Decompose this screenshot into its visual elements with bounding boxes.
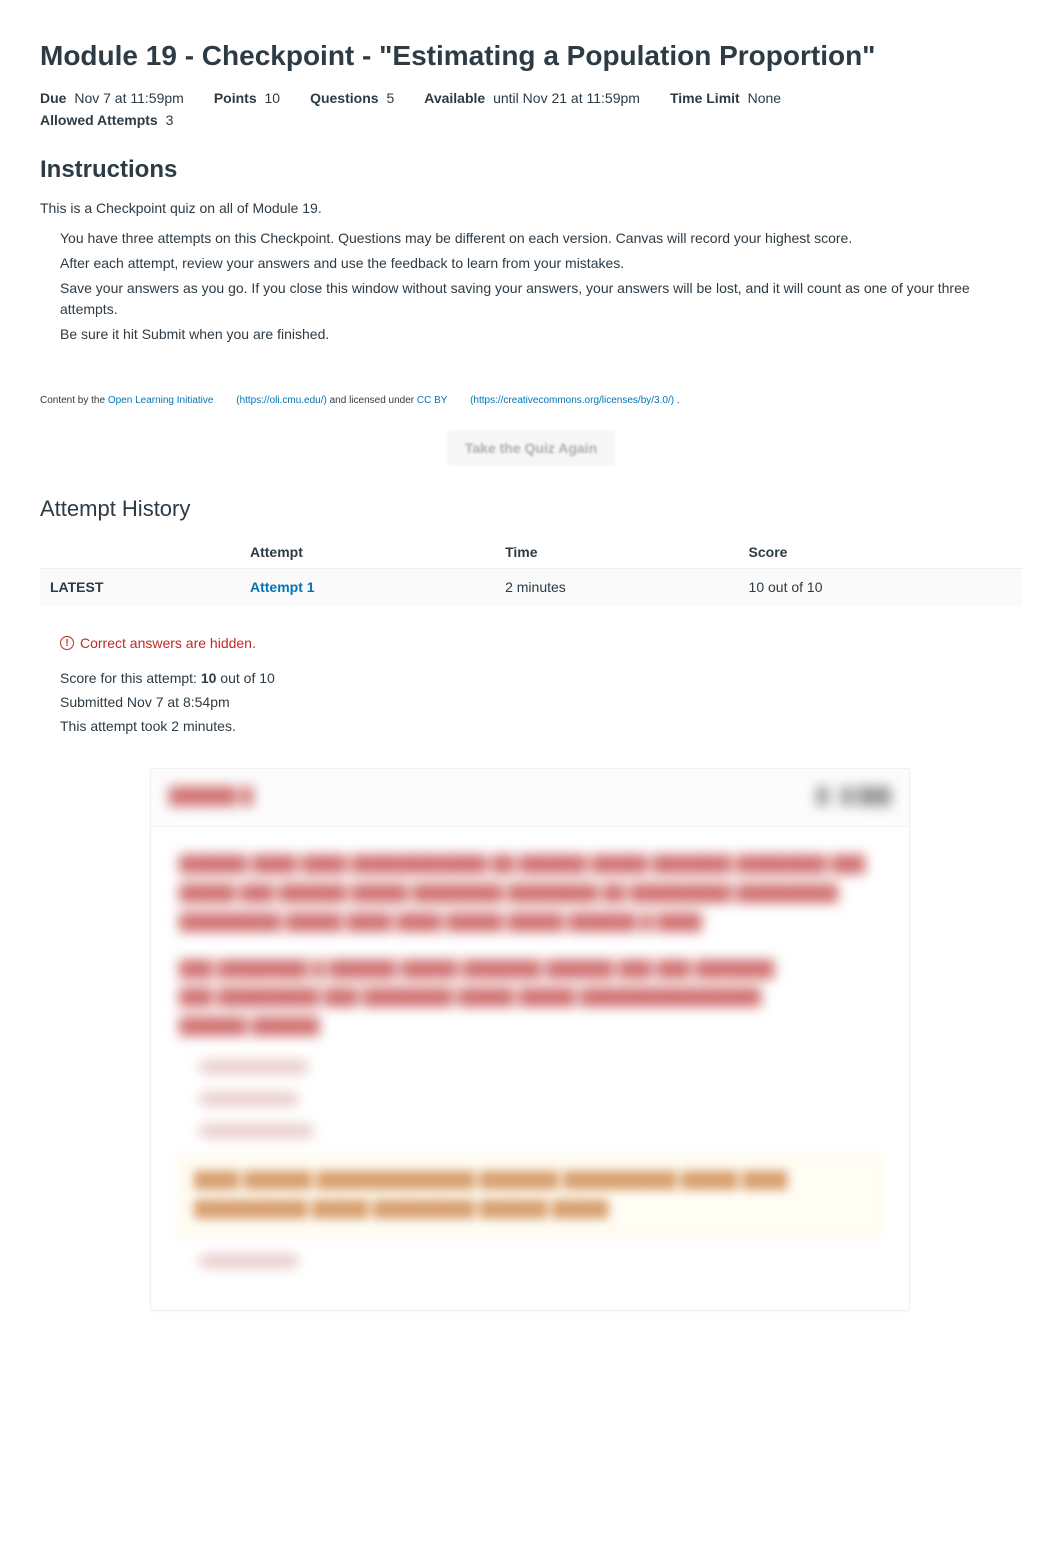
questions-meta: Questions 5 <box>310 90 394 106</box>
oli-link[interactable]: Open Learning Initiative <box>108 395 214 406</box>
score-cell: 10 out of 10 <box>739 569 1022 606</box>
instructions-intro: This is a Checkpoint quiz on all of Modu… <box>40 200 1022 216</box>
questions-value: 5 <box>386 90 394 106</box>
submitted-line: Submitted Nov 7 at 8:54pm <box>60 691 1022 715</box>
available-value: until Nov 21 at 11:59pm <box>493 90 640 106</box>
instructions-item: Save your answers as you go. If you clos… <box>60 278 1022 320</box>
allowed-attempts-value: 3 <box>166 112 174 128</box>
time-limit-value: None <box>748 90 781 106</box>
instructions-list: You have three attempts on this Checkpoi… <box>40 228 1022 345</box>
feedback-block-blurred: ████ ██████ ██████████████ ███████ █████… <box>179 1156 881 1236</box>
table-row: LATEST Attempt 1 2 minutes 10 out of 10 <box>40 569 1022 606</box>
quiz-meta-row-2: Allowed Attempts 3 <box>40 112 1022 128</box>
question-label-blurred: ██████ █ <box>169 783 253 812</box>
questions-label: Questions <box>310 90 378 106</box>
instructions-body: This is a Checkpoint quiz on all of Modu… <box>40 200 1022 345</box>
attribution: Content by the Open Learning Initiative … <box>40 395 1022 406</box>
answer-option-blurred <box>199 1124 314 1138</box>
attribution-prefix: Content by the <box>40 395 108 406</box>
question-points-blurred: █ / █ ███ <box>817 783 891 812</box>
attempt-history-header: Attempt History <box>40 496 1022 522</box>
attempt-cell: Attempt 1 <box>240 569 495 606</box>
question-card: ██████ █ █ / █ ███ ██████ ████ ████ ████… <box>150 768 910 1310</box>
col-time: Time <box>495 536 738 569</box>
cc-by-link[interactable]: CC BY <box>417 395 447 406</box>
attempt-link[interactable]: Attempt 1 <box>250 579 315 595</box>
points-meta: Points 10 <box>214 90 280 106</box>
table-header-row: Attempt Time Score <box>40 536 1022 569</box>
attempt-history-table: Attempt Time Score LATEST Attempt 1 2 mi… <box>40 536 1022 605</box>
info-icon: ! <box>60 636 74 650</box>
answer-option-blurred <box>199 1060 309 1074</box>
time-cell: 2 minutes <box>495 569 738 606</box>
instructions-item: Be sure it hit Submit when you are finis… <box>60 324 1022 345</box>
points-label: Points <box>214 90 257 106</box>
score-prefix: Score for this attempt: <box>60 670 201 686</box>
instructions-item: After each attempt, review your answers … <box>60 253 1022 274</box>
attribution-suffix: . <box>677 395 680 406</box>
latest-cell: LATEST <box>40 569 240 606</box>
col-score: Score <box>739 536 1022 569</box>
answer-option-blurred <box>199 1092 299 1106</box>
time-limit-meta: Time Limit None <box>670 90 781 106</box>
available-label: Available <box>424 90 485 106</box>
due-label: Due <box>40 90 66 106</box>
question-header: ██████ █ █ / █ ███ <box>151 769 909 827</box>
instructions-header: Instructions <box>40 156 1022 184</box>
attribution-mid: and licensed under <box>330 395 417 406</box>
available-meta: Available until Nov 21 at 11:59pm <box>424 90 640 106</box>
question-text-blurred-2: ███ ████████ █ ██████ █████ ███████ ████… <box>179 956 881 1042</box>
points-value: 10 <box>265 90 281 106</box>
allowed-attempts-label: Allowed Attempts <box>40 112 158 128</box>
instructions-item: You have three attempts on this Checkpoi… <box>60 228 1022 249</box>
col-blank <box>40 536 240 569</box>
hidden-answers-notice: ! Correct answers are hidden. <box>60 635 1022 651</box>
duration-line: This attempt took 2 minutes. <box>60 715 1022 739</box>
score-line: Score for this attempt: 10 out of 10 <box>60 667 1022 691</box>
question-text-blurred: ██████ ████ ████ ████████████ ██ ██████ … <box>179 851 881 937</box>
score-value: 10 <box>201 670 217 686</box>
quiz-meta-row-1: Due Nov 7 at 11:59pm Points 10 Questions… <box>40 90 1022 106</box>
page-title: Module 19 - Checkpoint - "Estimating a P… <box>40 40 1022 72</box>
take-quiz-again-button[interactable]: Take the Quiz Again <box>447 430 615 466</box>
col-attempt: Attempt <box>240 536 495 569</box>
cc-by-url-link[interactable]: (https://creativecommons.org/licenses/by… <box>470 395 674 406</box>
due-meta: Due Nov 7 at 11:59pm <box>40 90 184 106</box>
take-again-wrapper: Take the Quiz Again <box>40 430 1022 466</box>
allowed-attempts-meta: Allowed Attempts 3 <box>40 112 173 128</box>
hidden-answers-text: Correct answers are hidden. <box>80 635 256 651</box>
answer-option-blurred <box>199 1254 299 1268</box>
question-body: ██████ ████ ████ ████████████ ██ ██████ … <box>151 827 909 1309</box>
score-suffix: out of 10 <box>216 670 274 686</box>
oli-url-link[interactable]: (https://oli.cmu.edu/) <box>236 395 327 406</box>
due-value: Nov 7 at 11:59pm <box>74 90 183 106</box>
score-block: Score for this attempt: 10 out of 10 Sub… <box>60 667 1022 738</box>
time-limit-label: Time Limit <box>670 90 740 106</box>
